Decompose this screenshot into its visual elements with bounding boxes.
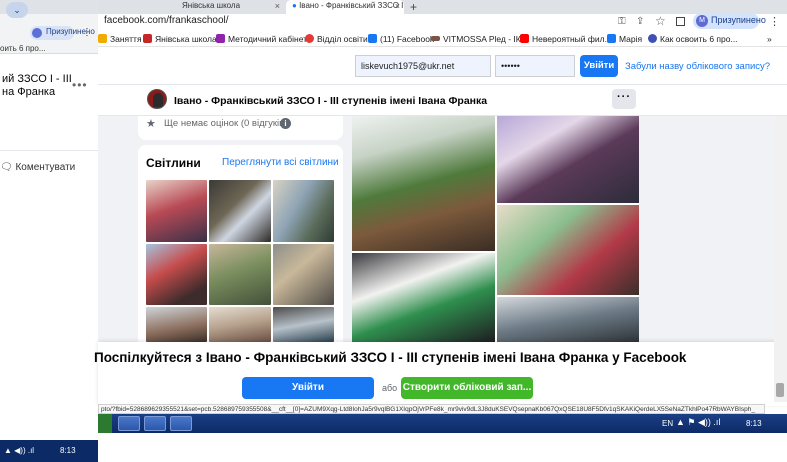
see-all-photos-link[interactable]: Переглянути всі світлини xyxy=(222,157,339,168)
page-title[interactable]: Івано - Франківський ЗЗСО І - ІІІ ступен… xyxy=(174,95,487,107)
bookmark-icon xyxy=(431,36,440,41)
password-field[interactable] xyxy=(495,55,575,77)
bookmark-youtube[interactable]: Невероятный фил... xyxy=(520,34,612,44)
kebab-menu-icon[interactable]: ⋮ xyxy=(82,27,92,38)
post-photo-teachers[interactable] xyxy=(497,205,639,295)
banner-login-button[interactable]: Увійти xyxy=(242,377,374,399)
bookmark-maria[interactable]: Марія xyxy=(607,34,642,44)
bookmark-icon xyxy=(216,34,225,43)
photo-thumbnail[interactable] xyxy=(209,244,271,305)
language-indicator[interactable]: EN xyxy=(662,419,673,428)
status-url: pto/?fbid=528689629355521&set=pcb.528689… xyxy=(98,404,765,414)
post-photo-women[interactable] xyxy=(352,253,495,342)
bookmarks-overflow-icon[interactable]: » xyxy=(767,34,772,44)
comment-icon: 🗨 xyxy=(0,162,16,173)
photo-thumbnail[interactable] xyxy=(146,244,207,305)
more-options-button[interactable]: ··· xyxy=(612,89,636,109)
taskbar-clock[interactable]: 8:13 xyxy=(746,419,762,428)
photo-thumbnail[interactable] xyxy=(209,180,271,242)
taskbar-app-button[interactable] xyxy=(170,416,192,431)
photos-title[interactable]: Світлини xyxy=(146,156,201,170)
or-label: або xyxy=(382,383,398,393)
photo-thumbnail[interactable] xyxy=(273,180,334,242)
bookmark-vitmossa[interactable]: VITMOSSA Plед - ІК... xyxy=(431,34,528,44)
photo-thumbnail[interactable] xyxy=(273,244,334,305)
profile-button[interactable]: M Призупинено xyxy=(693,13,766,29)
facebook-icon xyxy=(368,34,377,43)
share-icon[interactable]: ⇪ xyxy=(636,16,644,27)
photo-thumbnail[interactable] xyxy=(146,307,207,342)
ratings-text: Ще немає оцінок (0 відгуків) xyxy=(164,118,288,129)
tab-label: Івано - Франківський ЗЗСО І - ІІ xyxy=(299,1,404,10)
comment-button[interactable]: 🗨 Коментувати xyxy=(0,162,75,173)
background-profile-button[interactable]: Призупинено xyxy=(30,26,95,40)
kebab-menu-icon[interactable]: ⋮ xyxy=(769,15,780,28)
photo-thumbnail[interactable] xyxy=(273,307,334,342)
taskbar-app-button[interactable] xyxy=(118,416,140,431)
bookmark-icon xyxy=(98,34,107,43)
photo-thumbnail[interactable] xyxy=(146,180,207,242)
tab-active-fb-page[interactable]: ● Івано - Франківський ЗЗСО І - ІІ × xyxy=(286,0,404,14)
bookmark-icon xyxy=(305,34,314,43)
bookmark-zaniattia[interactable]: Заняття xyxy=(98,34,142,44)
globe-icon xyxy=(648,34,657,43)
facebook-icon: ● xyxy=(292,1,300,10)
avatar xyxy=(32,28,42,38)
profile-label: Призупинено xyxy=(711,15,766,25)
bookmark-icon xyxy=(143,34,152,43)
start-button[interactable] xyxy=(98,414,112,433)
taskbar-clock: 8:13 xyxy=(60,446,76,455)
divider xyxy=(0,150,98,151)
taskbar-app-button[interactable] xyxy=(144,416,166,431)
background-taskbar: ▲ ◀)) .ıl 8:13 xyxy=(0,440,98,462)
bookmark-metodychnyi[interactable]: Методичний кабінет xyxy=(216,34,307,44)
youtube-icon xyxy=(520,34,529,43)
post-photo-lesson[interactable] xyxy=(497,297,639,342)
tray-icons: ▲ ◀)) .ıl xyxy=(4,446,35,455)
banner-title: Поспілкуйтеся з Івано - Франківський ЗЗС… xyxy=(94,350,687,365)
tab-label: Янівська школа xyxy=(182,1,241,10)
more-options-icon[interactable]: ••• xyxy=(72,78,88,92)
post-photo-group[interactable] xyxy=(497,116,639,203)
avatar: M xyxy=(696,15,708,27)
email-field[interactable] xyxy=(355,55,491,77)
facebook-icon xyxy=(607,34,616,43)
url-field[interactable]: facebook.com/frankaschool/ xyxy=(104,15,229,26)
new-tab-icon[interactable]: + xyxy=(410,0,417,14)
photo-thumbnail[interactable] xyxy=(209,307,271,342)
side-panel-icon[interactable] xyxy=(676,17,685,26)
bookmark-viddil-osvity[interactable]: Відділ освіти xyxy=(305,34,368,44)
tray-icons[interactable]: ▲ ⚑ ◀)) .ıl xyxy=(676,417,720,428)
background-post-title[interactable]: ий ЗЗСО І - ІІІ на Франка xyxy=(2,73,72,99)
page-avatar[interactable] xyxy=(147,89,167,109)
scrollbar-thumb[interactable] xyxy=(776,383,784,397)
background-bookmark[interactable]: оить 6 про... xyxy=(0,44,46,53)
tab-yanivska[interactable]: Янівська школа × xyxy=(176,0,284,14)
post-photo-classroom[interactable] xyxy=(352,116,495,251)
login-button[interactable]: Увійти xyxy=(580,55,618,77)
star-icon[interactable]: ☆ xyxy=(655,14,666,28)
create-account-button[interactable]: Створити обліковий зап... xyxy=(401,377,533,399)
bookmark-kak-osvoit[interactable]: Как освоить 6 про... xyxy=(648,34,738,44)
comment-label: Коментувати xyxy=(15,162,76,173)
star-icon: ★ xyxy=(146,118,156,130)
key-icon[interactable]: ⚿ xyxy=(618,16,626,27)
close-icon[interactable]: × xyxy=(275,1,280,11)
close-icon[interactable]: × xyxy=(395,1,400,11)
info-icon[interactable]: i xyxy=(280,118,291,129)
forgot-account-link[interactable]: Забули назву облікового запису? xyxy=(625,61,770,72)
desktop-area xyxy=(98,433,787,462)
bookmark-facebook[interactable]: (11) Facebook xyxy=(368,34,434,44)
tab-search-button[interactable]: ⌄ xyxy=(6,2,28,18)
scrollbar[interactable] xyxy=(774,116,787,402)
background-browser-window xyxy=(0,0,98,462)
bookmark-yanivska[interactable]: Янівська школа xyxy=(143,34,217,44)
